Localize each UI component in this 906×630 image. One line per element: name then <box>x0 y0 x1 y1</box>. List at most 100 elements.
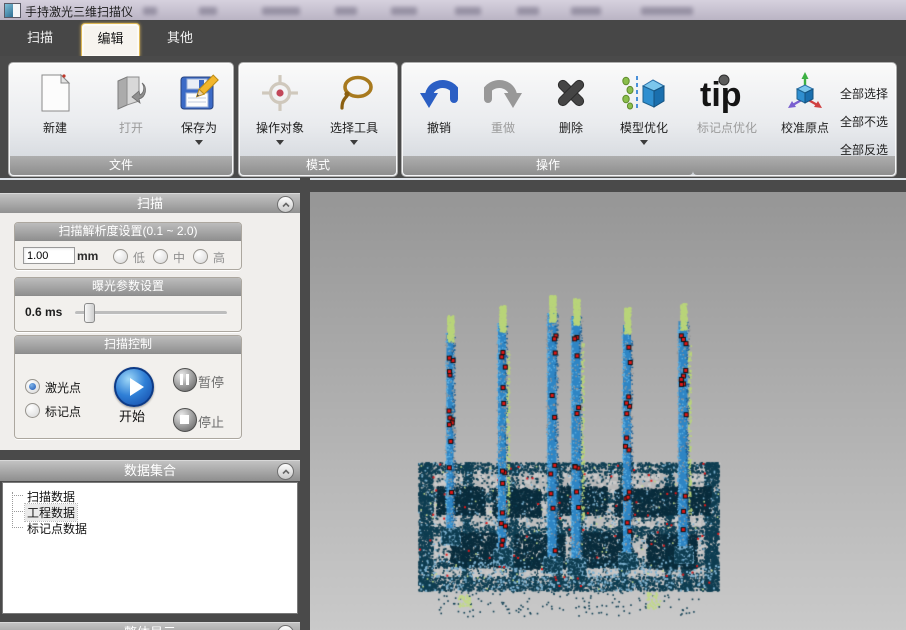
model-optimize-button[interactable]: 模型优化 <box>608 68 680 149</box>
ribbon-group-ops: 撤销 重做 删除 模型优化 <box>401 62 897 177</box>
tree-item-project-data[interactable]: 工程数据 <box>25 504 77 521</box>
open-button[interactable]: 打开 <box>99 68 163 136</box>
collapse-data-button[interactable] <box>277 463 294 480</box>
exposure-value: 0.6 ms <box>25 305 62 319</box>
exposure-title: 曝光参数设置 <box>15 278 241 296</box>
ribbon-group-file: 新建 打开 保存为 文件 <box>8 62 234 177</box>
resolution-title: 扫描解析度设置(0.1 ~ 2.0) <box>15 223 241 241</box>
select-all-button[interactable]: 全部选择 <box>840 85 888 102</box>
tree-branch-stub <box>12 527 23 528</box>
viewport-3d[interactable] <box>310 192 906 630</box>
resolution-input[interactable] <box>23 247 75 264</box>
marker-optimize-button[interactable]: tip 标记点优化 <box>686 68 768 136</box>
scan-section-header: 扫描 <box>0 193 300 214</box>
pause-label: 暂停 <box>198 372 224 391</box>
origin-axes-icon <box>774 68 836 118</box>
new-document-icon <box>23 68 87 118</box>
app-window: 手持激光三维扫描仪 扫描 编辑 其他 新建 <box>0 0 906 630</box>
play-icon <box>130 378 144 396</box>
scan-control-groupbox: 扫描控制 激光点 标记点 开始 暂停 停止 <box>14 335 242 439</box>
titlebar-ghost-text <box>571 7 601 15</box>
radio-high[interactable] <box>193 249 208 264</box>
chevron-up-icon <box>280 466 292 478</box>
new-button[interactable]: 新建 <box>23 68 87 136</box>
radio-marker-label: 标记点 <box>45 403 81 420</box>
tip-icon: tip <box>686 68 768 118</box>
tab-edit[interactable]: 编辑 <box>81 23 140 57</box>
titlebar-ghost-text <box>143 7 157 15</box>
data-tree: 扫描数据 工程数据 标记点数据 <box>2 482 298 614</box>
radio-mid[interactable] <box>153 249 168 264</box>
data-section-header: 数据集合 <box>0 460 300 481</box>
radio-laser-label: 激光点 <box>45 379 81 396</box>
tree-branch-line <box>12 492 13 528</box>
ribbon-tab-bar: 扫描 编辑 其他 <box>0 20 906 56</box>
group-caption-ops-2 <box>693 156 895 175</box>
tree-branch-stub <box>12 511 23 512</box>
group-caption-ops: 操作 <box>403 156 693 175</box>
radio-low[interactable] <box>113 249 128 264</box>
titlebar-ghost-text <box>455 7 481 15</box>
stop-button[interactable] <box>173 408 197 432</box>
scan-control-title: 扫描控制 <box>15 336 241 354</box>
panel-gutter <box>300 178 310 630</box>
titlebar-ghost-text <box>262 7 300 15</box>
stop-label: 停止 <box>198 412 224 431</box>
save-as-button[interactable]: 保存为 <box>167 68 231 149</box>
group-caption-file: 文件 <box>10 156 232 175</box>
ribbon: 新建 打开 保存为 文件 操作对 <box>0 56 906 180</box>
resolution-groupbox: 扫描解析度设置(0.1 ~ 2.0) mm 低 中 高 <box>14 222 242 270</box>
exposure-slider-track[interactable] <box>75 311 227 315</box>
collapse-display-button[interactable] <box>277 625 294 630</box>
start-button[interactable] <box>114 367 154 407</box>
pause-button[interactable] <box>173 368 197 392</box>
radio-high-label: 高 <box>213 249 225 266</box>
tree-branch-stub <box>12 495 23 496</box>
stop-icon <box>180 415 189 424</box>
display-section-header: 整体显示 <box>0 622 300 630</box>
tree-item-scan-data[interactable]: 扫描数据 <box>25 488 77 505</box>
dropdown-caret <box>350 140 358 149</box>
dropdown-caret <box>276 140 284 149</box>
pause-icon <box>180 374 183 385</box>
radio-laser-point[interactable] <box>25 379 40 394</box>
select-tool-button[interactable]: 选择工具 <box>319 68 389 149</box>
exposure-groupbox: 曝光参数设置 0.6 ms <box>14 277 242 332</box>
chevron-up-icon <box>280 199 292 211</box>
select-none-button[interactable]: 全部不选 <box>840 113 888 130</box>
collapse-scan-button[interactable] <box>277 196 294 213</box>
undo-button[interactable]: 撤销 <box>410 68 468 136</box>
operate-object-button[interactable]: 操作对象 <box>245 68 315 149</box>
exposure-slider-handle[interactable] <box>84 303 95 323</box>
open-folder-icon <box>99 68 163 118</box>
tab-scan[interactable]: 扫描 <box>12 20 68 56</box>
dropdown-caret <box>640 140 648 149</box>
target-crosshair-icon <box>245 68 315 118</box>
undo-icon <box>410 68 468 118</box>
start-label: 开始 <box>114 406 150 425</box>
radio-low-label: 低 <box>133 249 145 266</box>
redo-button[interactable]: 重做 <box>474 68 532 136</box>
titlebar-ghost-text <box>335 7 357 15</box>
model-optimize-icon <box>608 68 680 118</box>
title-bar: 手持激光三维扫描仪 <box>0 0 906 21</box>
radio-marker-point[interactable] <box>25 403 40 418</box>
calibrate-origin-button[interactable]: 校准原点 <box>774 68 836 136</box>
tab-other[interactable]: 其他 <box>152 20 208 56</box>
resolution-unit: mm <box>77 249 98 263</box>
dropdown-caret <box>195 140 203 149</box>
titlebar-ghost-text <box>199 7 217 15</box>
titlebar-ghost-text <box>391 7 417 15</box>
delete-button[interactable]: 删除 <box>542 68 600 136</box>
titlebar-ghost-text <box>641 7 693 15</box>
radio-mid-label: 中 <box>173 249 185 266</box>
titlebar-ghost-text <box>517 7 539 15</box>
group-caption-mode: 模式 <box>240 156 396 175</box>
app-icon <box>4 3 21 18</box>
tree-item-marker-data[interactable]: 标记点数据 <box>25 520 89 537</box>
delete-x-icon <box>542 68 600 118</box>
redo-icon <box>474 68 532 118</box>
lasso-icon <box>319 68 389 118</box>
window-title: 手持激光三维扫描仪 <box>25 3 133 20</box>
save-floppy-icon <box>167 68 231 118</box>
